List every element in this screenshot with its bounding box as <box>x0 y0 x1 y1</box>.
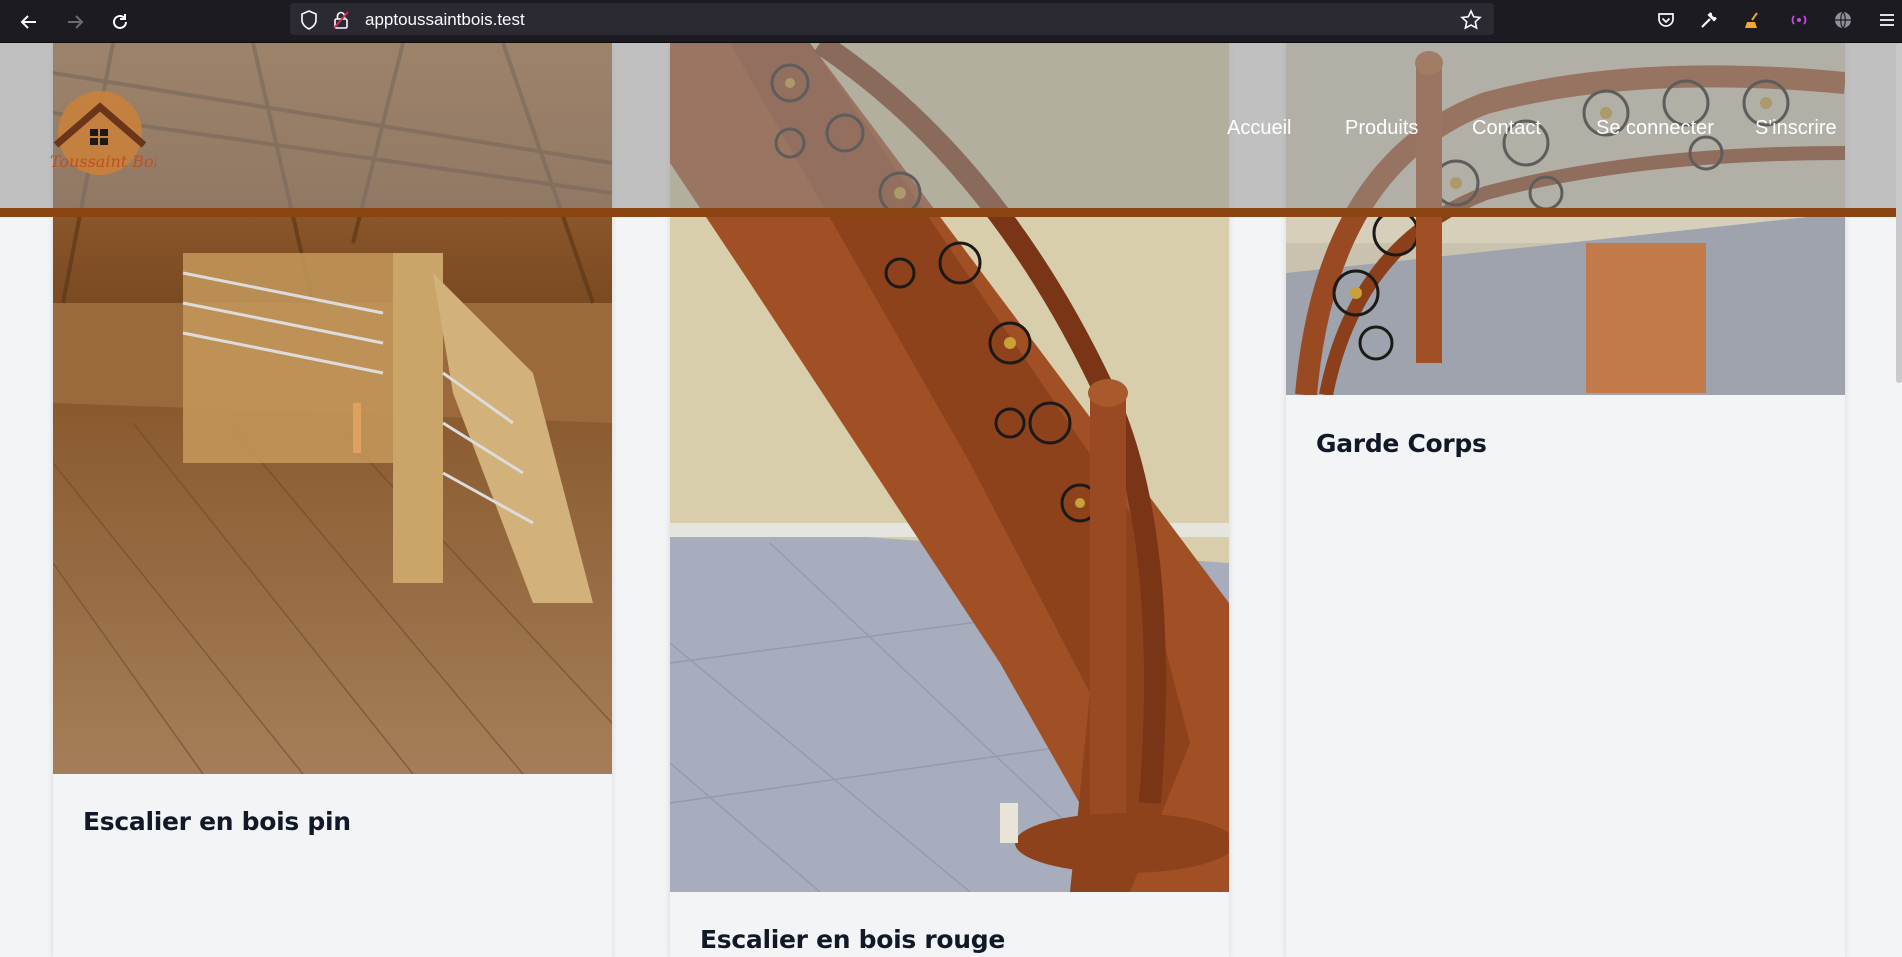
bookmark-star-icon[interactable] <box>1460 9 1482 31</box>
logo-house-icon: Toussaint Bois <box>50 91 167 175</box>
forward-button[interactable] <box>60 7 90 37</box>
back-button[interactable] <box>14 7 44 37</box>
menu-hamburger-icon[interactable] <box>1874 7 1900 33</box>
nav-produits[interactable]: Produits <box>1345 117 1418 140</box>
page: Escalier en bois pin Escalier en bois ro… <box>0 43 1902 957</box>
insecure-lock-icon[interactable] <box>330 9 352 31</box>
product-title[interactable]: Garde Corps <box>1316 429 1487 458</box>
nav-accueil[interactable]: Accueil <box>1227 117 1291 140</box>
site-header: Toussaint Bois Accueil Produits Contact … <box>0 43 1902 208</box>
pocket-icon[interactable] <box>1653 7 1679 33</box>
page-scrollbar[interactable] <box>1896 43 1902 383</box>
nav-s-inscrire[interactable]: S'inscrire <box>1755 117 1837 140</box>
extension-broadcast-icon[interactable] <box>1786 7 1812 33</box>
reload-button[interactable] <box>105 7 135 37</box>
extension-broom-icon[interactable] <box>1740 7 1766 33</box>
tools-wrench-icon[interactable] <box>1696 7 1722 33</box>
reload-icon <box>113 14 127 29</box>
extension-globe-icon[interactable] <box>1830 7 1856 33</box>
forward-arrow-icon <box>68 15 84 29</box>
nav-se-connecter[interactable]: Se connecter <box>1596 117 1714 140</box>
nav-contact[interactable]: Contact <box>1472 117 1541 140</box>
product-title[interactable]: Escalier en bois rouge <box>700 925 1005 954</box>
svg-text:Toussaint Bois: Toussaint Bois <box>50 152 156 171</box>
back-arrow-icon <box>20 15 36 29</box>
address-bar[interactable]: apptoussaintbois.test <box>290 3 1494 35</box>
browser-toolbar: apptoussaintbois.test <box>0 0 1902 43</box>
logo[interactable]: Toussaint Bois <box>44 87 167 177</box>
tracking-protection-shield-icon[interactable] <box>298 9 320 31</box>
url-text[interactable]: apptoussaintbois.test <box>365 10 525 30</box>
header-accent-rule <box>0 208 1902 217</box>
product-title[interactable]: Escalier en bois pin <box>83 807 351 836</box>
